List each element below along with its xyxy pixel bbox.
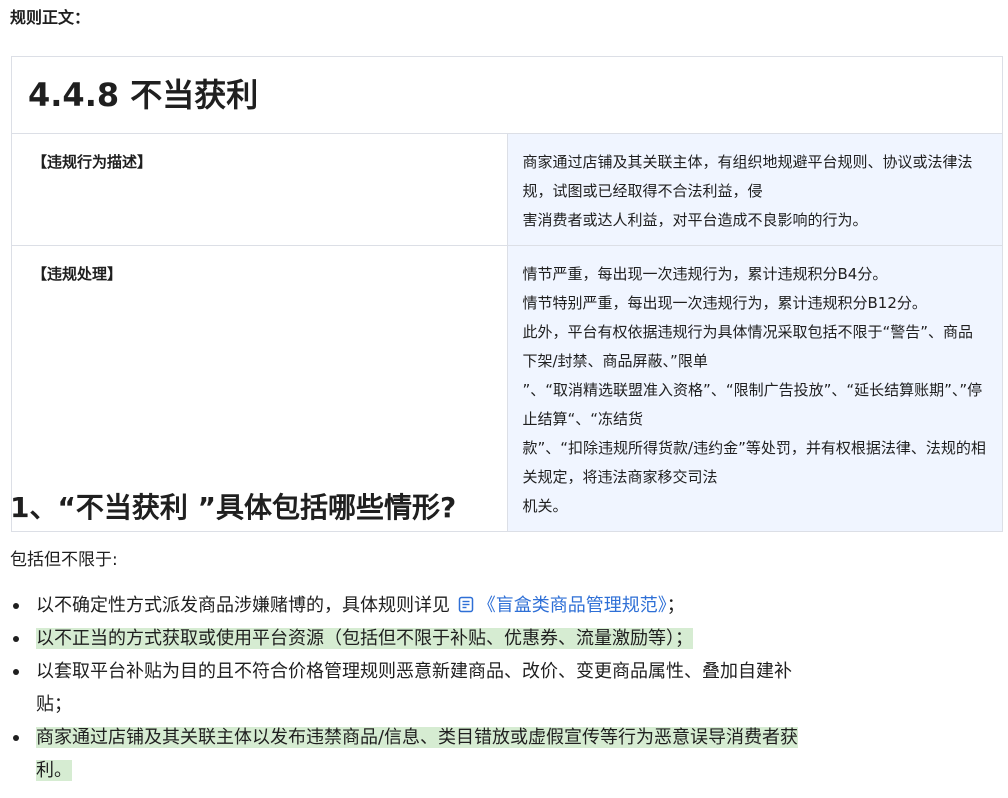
rule-title: 4.4.8 不当获利: [28, 76, 259, 114]
list-item: 以不正当的方式获取或使用平台资源（包括但不限于补贴、优惠券、流量激励等）；: [0, 622, 880, 655]
bullet-dot-icon: [13, 636, 19, 642]
list-item-text: 以套取平台补贴为目的且不符合价格管理规则恶意新建商品、改价、变更商品属性、叠加自…: [36, 661, 792, 682]
list-item: 商家通过店铺及其关联主体以发布违禁商品/信息、类目错放或虚假宣传等行为恶意误导消…: [0, 721, 880, 787]
rule-row-line: 商家通过店铺及其关联主体，有组织地规避平台规则、协议或法律法规，试图或已经取得不…: [522, 153, 973, 200]
rule-row-content-cell: 商家通过店铺及其关联主体，有组织地规避平台规则、协议或法律法规，试图或已经取得不…: [506, 133, 1003, 246]
bullet-dot-icon: [13, 735, 19, 741]
rule-row-content: 商家通过店铺及其关联主体，有组织地规避平台规则、协议或法律法规，试图或已经取得不…: [508, 134, 1003, 245]
list-item: 以套取平台补贴为目的且不符合价格管理规则恶意新建商品、改价、变更商品属性、叠加自…: [0, 655, 880, 721]
list-item-text: 以不正当的方式获取或使用平台资源（包括但不限于补贴、优惠券、流量激励等）；: [36, 628, 693, 649]
rule-row-line: ”、“取消精选联盟准入资格”、“限制广告投放”、“延长结算账期”、”停止结算“、…: [522, 381, 983, 428]
rule-row-line: 情节严重，每出现一次违规行为，累计违规积分B4分。: [522, 265, 888, 283]
rule-row-line: 机关。: [522, 497, 568, 515]
link-text[interactable]: 《盲盒类商品管理规范》: [478, 595, 667, 616]
section-intro: 包括但不限于:: [10, 550, 118, 570]
list-item-text: 以不确定性方式派发商品涉嫌赌博的，具体规则详见: [36, 595, 456, 616]
rule-row-line: 款”、“扣除违规所得货款/违约金”等处罚，并有权根据法律、法规的相关规定，将违法…: [522, 439, 986, 486]
rule-row-label-cell: 【违规行为描述】: [11, 133, 508, 246]
rule-row-label: 【违规行为描述】: [32, 153, 153, 171]
rule-title-cell: 4.4.8 不当获利: [11, 56, 1003, 134]
rule-table: 4.4.8 不当获利 【违规行为描述】 商家通过店铺及其关联主体，有组织地规避平…: [11, 56, 1003, 532]
list-item-suffix: ；: [666, 595, 685, 616]
bullet-dot-icon: [13, 669, 19, 675]
rule-row-line: 害消费者或达人利益，对平台造成不良影响的行为。: [522, 211, 868, 229]
rule-row-description: 【违规行为描述】 商家通过店铺及其关联主体，有组织地规避平台规则、协议或法律法规…: [11, 133, 1003, 246]
bullet-dot-icon: [13, 603, 19, 609]
rule-row-label: 【违规处理】: [32, 265, 123, 283]
rule-row-content-cell: 情节严重，每出现一次违规行为，累计违规积分B4分。 情节特别严重，每出现一次违规…: [506, 245, 1003, 532]
rule-title-row: 4.4.8 不当获利: [11, 56, 1003, 134]
list-item-text: 商家通过店铺及其关联主体以发布违禁商品/信息、类目错放或虚假宣传等行为恶意误导消…: [36, 727, 799, 748]
rule-row-line: 情节特别严重，每出现一次违规行为，累计违规积分B12分。: [522, 294, 927, 312]
list-item-text: 贴；: [36, 694, 72, 715]
section-heading: 1、“不当获利 ”具体包括哪些情形?: [10, 491, 457, 524]
case-list: 以不确定性方式派发商品涉嫌赌博的，具体规则详见 《盲盒类商品管理规范》； 以不正…: [0, 589, 880, 787]
list-item-text: 利。: [36, 760, 72, 781]
rule-row-line: 此外，平台有权依据违规行为具体情况采取包括不限于“警告”、商品下架/封禁、商品屏…: [522, 323, 974, 370]
list-item: 以不确定性方式派发商品涉嫌赌博的，具体规则详见 《盲盒类商品管理规范》；: [0, 589, 880, 622]
rule-row-content: 情节严重，每出现一次违规行为，累计违规积分B4分。 情节特别严重，每出现一次违规…: [508, 246, 1003, 531]
document-icon: [458, 596, 473, 613]
blindbox-rules-link[interactable]: 《盲盒类商品管理规范》: [456, 595, 667, 616]
intro-label: 规则正文：: [10, 8, 91, 27]
